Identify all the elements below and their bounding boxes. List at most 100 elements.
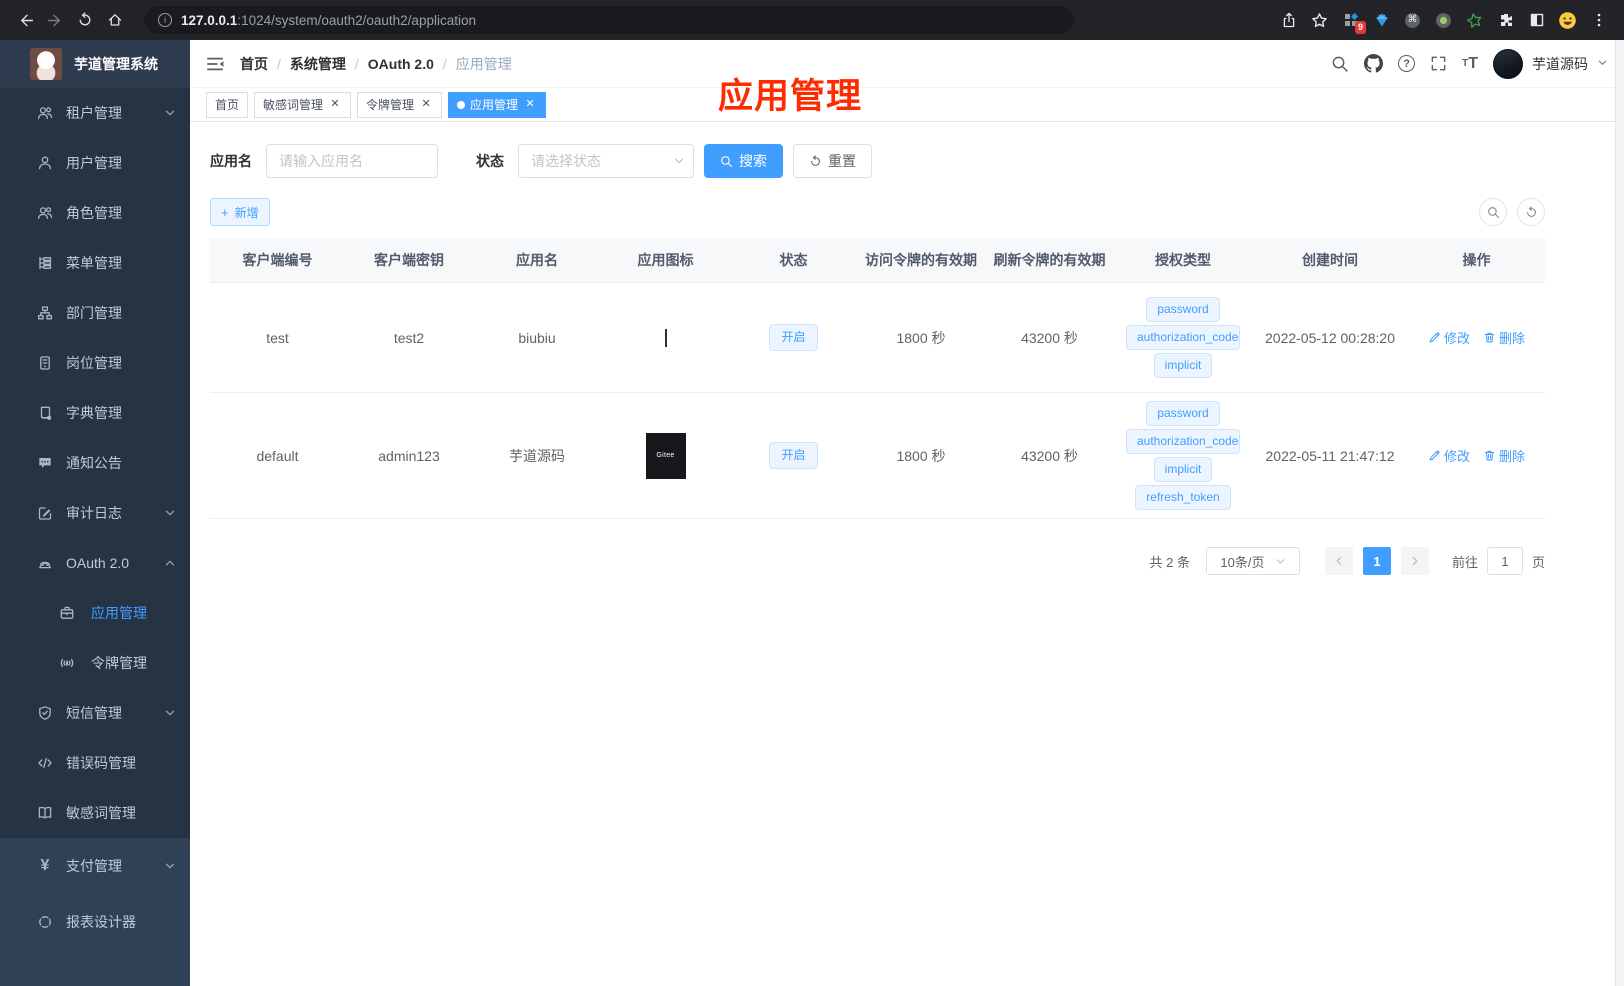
close-icon[interactable]: ✕ (328, 98, 342, 112)
refresh-table-button[interactable] (1517, 198, 1545, 226)
sidebar-item-user[interactable]: 用户管理 (0, 138, 190, 188)
col-created-at: 创建时间 (1252, 238, 1408, 283)
sidebar-logo[interactable]: 芋道管理系统 (0, 40, 190, 88)
tag-label: 应用管理 (470, 98, 519, 112)
edit-pencil-icon (1429, 332, 1440, 343)
sidebar-item-oauth[interactable]: OAuth 2.0 (0, 538, 190, 588)
delete-button[interactable]: 删除 (1483, 328, 1525, 347)
status-label: 状态 (476, 153, 504, 169)
search-button[interactable]: 搜索 (704, 144, 783, 178)
site-info-icon[interactable]: i (158, 13, 172, 27)
breadcrumb-system[interactable]: 系统管理 (290, 54, 346, 74)
tag-label: 首页 (215, 98, 240, 112)
next-page-button[interactable] (1400, 547, 1429, 575)
sidebar-item-post[interactable]: 岗位管理 (0, 338, 190, 388)
sidebar-item-sms[interactable]: 短信管理 (0, 688, 190, 738)
hamburger-icon[interactable] (206, 56, 224, 72)
prev-page-button[interactable] (1324, 547, 1353, 575)
goto-page-input[interactable] (1486, 547, 1523, 575)
sidebar-item-pay[interactable]: ¥ 支付管理 (0, 838, 190, 894)
grant-type-tag: password (1146, 297, 1220, 322)
sidebar-item-oauth-application[interactable]: 应用管理 (0, 588, 190, 638)
sidebar-item-role[interactable]: 角色管理 (0, 188, 190, 238)
browser-menu-icon[interactable] (1583, 4, 1614, 36)
reset-button[interactable]: 重置 (793, 144, 872, 178)
edit-button[interactable]: 修改 (1428, 328, 1470, 347)
tag-application[interactable]: 应用管理 ✕ (448, 91, 547, 118)
help-icon[interactable]: ? (1398, 55, 1416, 72)
sidebar-item-tenant[interactable]: 租户管理 (0, 88, 190, 138)
browser-home-button[interactable] (100, 5, 130, 35)
users-icon (36, 205, 54, 221)
avatar[interactable] (1493, 48, 1523, 79)
font-size-icon[interactable]: TT (1462, 55, 1478, 73)
tag-home[interactable]: 首页 (206, 91, 249, 118)
org-tree-icon (36, 305, 54, 321)
fullscreen-icon[interactable] (1430, 55, 1447, 72)
sidebar-item-label: 令牌管理 (91, 655, 147, 671)
dark-mode-toggle-icon[interactable] (1521, 4, 1552, 36)
toggle-search-button[interactable] (1479, 198, 1507, 226)
page-content: 应用名 状态 请选择状态 搜索 重置 + 新 (190, 122, 1624, 575)
browser-back-button[interactable] (10, 5, 40, 35)
extension-cmd-icon[interactable]: ⌘ (1397, 4, 1428, 36)
app-name-input[interactable] (266, 144, 438, 178)
pagination: 共 2 条 10条/页 1 前往 页 (210, 547, 1545, 575)
user-caret-down-icon[interactable] (1597, 55, 1608, 73)
sidebar-item-label: 字典管理 (66, 405, 122, 421)
navbar: 首页 / 系统管理 / OAuth 2.0 / 应用管理 ? TT 芋道源码 (190, 40, 1624, 88)
browser-reload-button[interactable] (70, 5, 100, 35)
status-select-placeholder: 请选择状态 (531, 153, 601, 169)
browser-actions: 9 ⌘ (1273, 4, 1614, 36)
sidebar-item-label: 敏感词管理 (66, 805, 136, 821)
emoji-extension-icon[interactable] (1552, 4, 1583, 36)
sidebar-item-notice[interactable]: 通知公告 (0, 438, 190, 488)
breadcrumb-oauth[interactable]: OAuth 2.0 (368, 56, 434, 72)
cell-app-name: 芋道源码 (473, 392, 601, 519)
edit-button[interactable]: 修改 (1428, 446, 1470, 465)
sidebar-item-dept[interactable]: 部门管理 (0, 288, 190, 338)
cell-actions: 修改 删除 (1408, 282, 1545, 393)
breadcrumb-home[interactable]: 首页 (240, 54, 268, 74)
extension-badge: 9 (1354, 21, 1366, 34)
briefcase-icon (58, 605, 76, 621)
chevron-down-icon (165, 510, 175, 516)
close-icon[interactable]: ✕ (523, 98, 537, 112)
sidebar-item-label: 部门管理 (66, 305, 122, 321)
status-select[interactable]: 请选择状态 (518, 144, 694, 178)
sidebar-item-oauth-token[interactable]: 令牌管理 (0, 638, 190, 688)
sidebar-item-menu[interactable]: 菜单管理 (0, 238, 190, 288)
status-badge: 开启 (769, 442, 818, 469)
bookmark-star-icon[interactable] (1304, 4, 1335, 36)
address-bar[interactable]: i 127.0.0.1:1024/system/oauth2/oauth2/ap… (144, 6, 1074, 34)
grant-type-tag: refresh_token (1135, 485, 1231, 510)
tag-sensitive-word[interactable]: 敏感词管理 ✕ (254, 91, 352, 118)
share-icon[interactable] (1273, 4, 1304, 36)
github-icon[interactable] (1364, 54, 1384, 73)
page-size-select[interactable]: 10条/页 (1205, 547, 1300, 575)
sidebar-item-report-designer[interactable]: 报表设计器 (0, 894, 190, 950)
grant-type-tag: implicit (1153, 353, 1213, 378)
sidebar-item-label: 审计日志 (66, 505, 122, 521)
page-number-1[interactable]: 1 (1362, 547, 1391, 575)
delete-button[interactable]: 删除 (1483, 446, 1525, 465)
extension-puzzle-icon[interactable] (1490, 4, 1521, 36)
tag-token[interactable]: 令牌管理 ✕ (357, 91, 443, 118)
shield-check-icon (36, 705, 54, 721)
sidebar-item-audit-log[interactable]: 审计日志 (0, 488, 190, 538)
extension-green-star-icon[interactable] (1459, 4, 1490, 36)
cell-app-icon (601, 282, 730, 393)
sidebar-item-label: 应用管理 (91, 605, 147, 621)
extension-gem-icon[interactable] (1366, 4, 1397, 36)
header-search-icon[interactable] (1331, 55, 1349, 73)
extension-grid-icon[interactable]: 9 (1335, 4, 1366, 36)
sidebar-item-error-code[interactable]: 错误码管理 (0, 738, 190, 788)
close-icon[interactable]: ✕ (419, 98, 433, 112)
browser-forward-button[interactable] (40, 5, 70, 35)
sidebar-item-sensitive-word[interactable]: 敏感词管理 (0, 788, 190, 838)
scrollbar[interactable] (1615, 40, 1624, 986)
search-button-label: 搜索 (739, 153, 767, 169)
extension-record-icon[interactable] (1428, 4, 1459, 36)
add-button[interactable]: + 新增 (210, 198, 270, 226)
sidebar-item-dict[interactable]: 字典管理 (0, 388, 190, 438)
